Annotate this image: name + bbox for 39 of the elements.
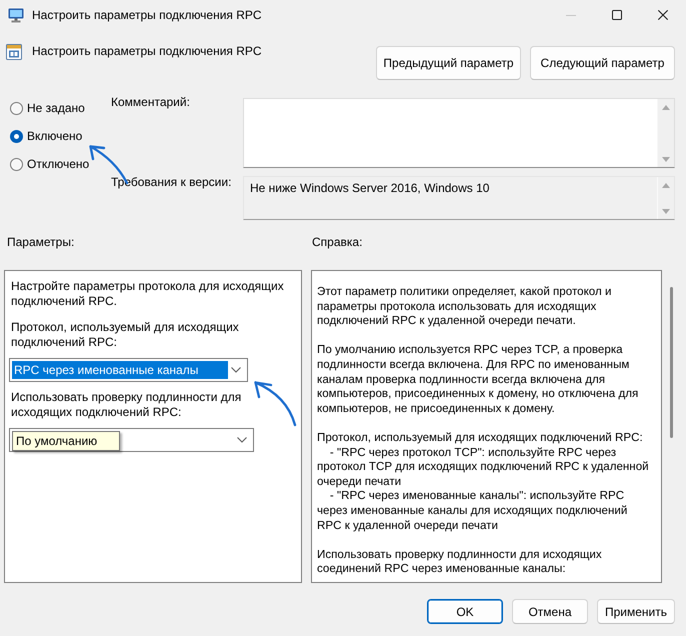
comment-field[interactable] xyxy=(243,98,675,168)
option-description: Протокол, используемый для исходящих подключений RPC: xyxy=(11,320,239,350)
apply-button[interactable]: Применить xyxy=(597,599,675,624)
window-icon xyxy=(6,44,22,60)
annotation-arrow xyxy=(253,380,297,427)
option-description: Использовать проверку подлинности для исходящих подключений RPC: xyxy=(11,390,242,420)
scroll-down-icon[interactable] xyxy=(662,157,670,162)
chevron-down-icon xyxy=(231,367,241,373)
scroll-up-icon[interactable] xyxy=(662,105,670,110)
comment-label: Комментарий: xyxy=(111,95,190,110)
next-setting-button[interactable]: Следующий параметр xyxy=(530,46,675,80)
previous-setting-button[interactable]: Предыдущий параметр xyxy=(376,46,521,80)
options-label: Параметры: xyxy=(7,235,74,249)
cancel-button[interactable]: Отмена xyxy=(512,599,588,624)
ok-button[interactable]: OK xyxy=(427,599,503,624)
version-label: Требования к версии: xyxy=(111,175,232,190)
dropdown[interactable]: RPC через именованные каналы xyxy=(9,358,248,382)
window-title: Настроить параметры подключения RPC xyxy=(32,8,262,22)
monitor-icon xyxy=(8,7,24,23)
scrollbar-thumb[interactable] xyxy=(670,287,673,438)
radio-label[interactable]: Включено xyxy=(27,128,82,144)
setting-title: Настроить параметры подключения RPC xyxy=(32,44,262,59)
radio-button[interactable] xyxy=(10,102,23,114)
help-paragraph: Протокол, используемый для исходящих подключений RPC: - "RPC через протокол TCP": используйте RPC через протокол TCP для исходящих подключений RPC к удаленной очереди печати - "RPC через именованные каналы": используйте RPC через именованные каналы для исходящих подключений RPC к удаленной очереди печати xyxy=(317,430,649,534)
help-label: Справка: xyxy=(312,235,362,249)
radio-label[interactable]: Отключено xyxy=(27,156,90,172)
help-paragraph: По умолчанию используется RPC через TCP, а проверка подлинности всегда включена. Для RPC по именованным каналам проверка подлинности всегда включена для компьютеров, присоединенных к домену, но отключена для компьютеров, не присоединенных к домену. xyxy=(317,343,638,416)
option-description: Настройте параметры протокола для исходящих подключений RPC. xyxy=(11,279,284,309)
radio-button[interactable] xyxy=(10,130,23,142)
dropdown[interactable]: По умолчанию xyxy=(9,428,254,452)
help-paragraph: Этот параметр политики определяет, какой протокол и параметры протокола использовать для исходящих подключений RPC к удаленной очереди печати. xyxy=(317,285,612,329)
help-paragraph: Использовать проверку подлинности для исходящих соединений RPC через именованные каналы: xyxy=(317,548,602,577)
version-text: Не ниже Windows Server 2016, Windows 10 xyxy=(250,181,490,196)
radio-button[interactable] xyxy=(10,158,23,170)
chevron-down-icon xyxy=(237,437,247,443)
scroll-down-icon[interactable] xyxy=(662,209,670,214)
scroll-up-icon[interactable] xyxy=(662,183,670,188)
tooltip: По умолчанию xyxy=(12,431,120,451)
radio-label[interactable]: Не задано xyxy=(27,100,85,116)
